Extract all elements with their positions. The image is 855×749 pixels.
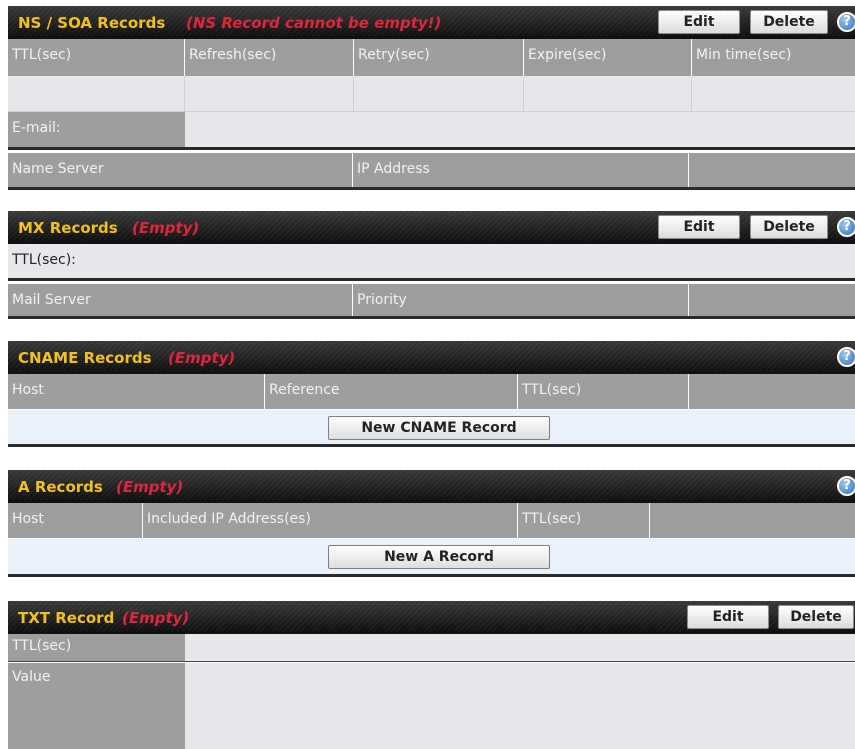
min-time-value [692, 76, 855, 111]
ns-soa-title: NS / SOA Records [18, 14, 166, 32]
a-action-row: New A Record [8, 539, 855, 577]
expire-column-header: Expire(sec) [524, 39, 692, 76]
txt-section: TXT Record (Empty) Edit Delete TTL(sec) … [8, 601, 855, 749]
email-row: E-mail: [8, 112, 855, 150]
txt-edit-button[interactable]: Edit [687, 605, 769, 629]
host-column-header: Host [8, 374, 265, 409]
mx-section: MX Records (Empty) Edit Delete ? TTL(sec… [8, 211, 855, 319]
min-time-column-header: Min time(sec) [696, 47, 792, 63]
help-icon[interactable]: ? [837, 217, 855, 237]
txt-empty-note: (Empty) [122, 609, 190, 627]
a-empty-note: (Empty) [116, 478, 184, 496]
ttl-value [8, 76, 185, 111]
ns-soa-header: NS / SOA Records (NS Record cannot be em… [8, 6, 855, 39]
txt-ttl-row: TTL(sec) [8, 634, 855, 662]
name-server-header-row: Name Server IP Address [8, 153, 855, 190]
new-cname-record-button[interactable]: New CNAME Record [328, 416, 550, 440]
mail-server-column-header: Mail Server [8, 284, 353, 316]
txt-header: TXT Record (Empty) Edit Delete [8, 601, 855, 634]
mx-column-header-row: Mail Server Priority [8, 284, 855, 319]
help-icon[interactable]: ? [837, 12, 855, 32]
ns-soa-delete-button[interactable]: Delete [750, 10, 828, 34]
help-icon[interactable]: ? [837, 347, 855, 367]
txt-delete-button[interactable]: Delete [778, 605, 854, 629]
a-section: A Records (Empty) ? Host Included IP Add… [8, 470, 855, 577]
a-header: A Records (Empty) ? [8, 470, 855, 503]
mx-empty-note: (Empty) [132, 219, 200, 237]
txt-value-row: Value [8, 663, 855, 749]
mx-delete-button[interactable]: Delete [750, 215, 828, 239]
ttl-column-header: TTL(sec) [518, 374, 689, 409]
included-ip-column-header: Included IP Address(es) [143, 503, 518, 538]
retry-value [354, 76, 524, 111]
cname-section: CNAME Records (Empty) ? Host Reference T… [8, 341, 855, 447]
email-value [185, 112, 855, 147]
cname-title: CNAME Records [18, 349, 152, 367]
mx-edit-button[interactable]: Edit [658, 215, 740, 239]
txt-title: TXT Record [18, 609, 115, 627]
mx-title: MX Records [18, 219, 118, 237]
help-icon[interactable]: ? [837, 476, 855, 496]
ip-address-column-header: IP Address [353, 153, 689, 187]
ns-soa-section: NS / SOA Records (NS Record cannot be em… [8, 6, 855, 190]
ns-soa-values-row [8, 76, 855, 112]
txt-value-content [185, 663, 855, 749]
ttl-column-header: TTL(sec) [518, 503, 650, 538]
expire-value [524, 76, 692, 111]
refresh-value [185, 76, 354, 111]
a-column-header-row: Host Included IP Address(es) TTL(sec) [8, 503, 855, 539]
retry-column-header: Retry(sec) [354, 39, 524, 76]
email-label: E-mail: [8, 112, 185, 147]
mx-header: MX Records (Empty) Edit Delete ? [8, 211, 855, 244]
refresh-column-header: Refresh(sec) [185, 39, 354, 76]
host-column-header: Host [8, 503, 143, 538]
ttl-column-header: TTL(sec) [8, 39, 185, 76]
cname-header: CNAME Records (Empty) ? [8, 341, 855, 374]
cname-action-row: New CNAME Record [8, 410, 855, 447]
cname-column-header-row: Host Reference TTL(sec) [8, 374, 855, 410]
txt-ttl-label: TTL(sec) [8, 634, 185, 661]
a-actions-column [650, 503, 855, 538]
ns-soa-column-header-row: TTL(sec) Refresh(sec) Retry(sec) Expire(… [8, 39, 855, 76]
name-server-actions-column [689, 153, 855, 187]
name-server-column-header: Name Server [8, 153, 353, 187]
cname-actions-column [689, 374, 855, 409]
priority-column-header: Priority [353, 284, 689, 316]
ns-soa-edit-button[interactable]: Edit [658, 10, 740, 34]
txt-value-label: Value [8, 663, 185, 749]
mx-ttl-row: TTL(sec): [8, 244, 855, 281]
reference-column-header: Reference [265, 374, 518, 409]
txt-ttl-value [185, 634, 855, 661]
mx-actions-column [689, 284, 855, 316]
mx-ttl-label: TTL(sec): [12, 252, 76, 268]
a-title: A Records [18, 478, 103, 496]
new-a-record-button[interactable]: New A Record [328, 545, 550, 569]
ns-soa-warning: (NS Record cannot be empty!) [186, 14, 442, 32]
cname-empty-note: (Empty) [168, 349, 236, 367]
